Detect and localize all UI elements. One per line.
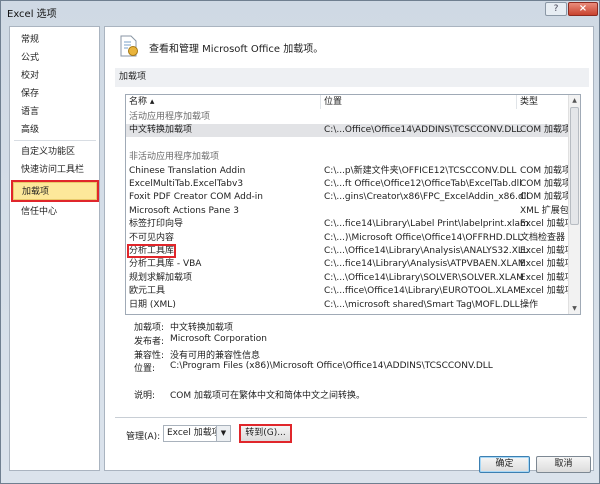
cell-name: 规划求解加载项 [129,272,193,283]
header-text: 查看和管理 Microsoft Office 加载项。 [149,44,324,55]
scroll-up-icon[interactable]: ▲ [569,95,580,106]
section-title: 加载项 [115,68,589,87]
main-panel: 查看和管理 Microsoft Office 加载项。 加载项 名称 ▴ 位置 … [104,26,594,471]
cell-type: Excel 加载项 [520,286,574,297]
list-item[interactable]: 标签打印向导 C:\...fice14\Library\Label Print\l… [126,218,574,231]
cell-location: C:\...ffice\Office14\Library\EUROTOOL.XL… [324,286,521,297]
sidebar: 常规 公式 校对 保存 语言 高级自定义功能区 快速访问工具栏 加载项 信任中心 [9,26,100,471]
sidebar-divider [14,140,96,141]
cell-name: 标签打印向导 [129,219,184,230]
list-item[interactable]: 日期 (XML) C:\...\microsoft shared\Smart Ta… [126,299,568,312]
cell-type: COM 加载项 [520,165,571,176]
cell-location: C:\...)\Microsoft Office\Office14\OFFRHD… [324,232,523,243]
cell-name: 分析工具库 [126,244,177,258]
cell-type: XML 扩展包 [520,205,569,216]
cell-name: Chinese Translation Addin [129,165,246,176]
sidebar-item-0[interactable]: 常规 [13,31,97,49]
detail-publisher-value: Microsoft Corporation [170,334,267,344]
go-button[interactable]: 转到(G)... [239,424,292,443]
scrollbar-thumb[interactable] [570,107,579,225]
cell-name: 不可见内容 [129,232,175,243]
sidebar-item-6[interactable]: 自定义功能区 [13,143,97,161]
detail-addin-label: 加载项: [134,323,165,333]
manage-select[interactable]: Excel 加载项 ▼ [163,425,231,442]
cell-location: C:\...p\新建文件夹\OFFICE12\TCSCCONV.DLL [324,165,517,176]
addins-icon [120,35,138,57]
cell-location: C:\...\Office14\Library\SOLVER\SOLVER.XL… [324,272,524,283]
cell-name: 非活动应用程序加载项 [129,152,220,163]
cell-name: 欧元工具 [129,286,166,297]
divider [115,417,587,418]
cell-name: 中文转换加载项 [129,125,193,136]
sidebar-item-1[interactable]: 公式 [13,49,97,67]
list-item[interactable]: 中文转换加载项 C:\...Office\Office14\ADDINS\TCSC… [126,124,571,138]
sidebar-item-8[interactable]: 加载项 [11,180,99,202]
help-button[interactable]: ? [545,2,567,16]
detail-desc-value: COM 加载项可在繁体中文和简体中文之间转换。 [170,391,365,401]
sidebar-item-9[interactable]: 信任中心 [13,203,97,221]
cell-type: 操作 [520,299,539,310]
manage-label: 管理(A): [126,432,161,442]
cell-location: C:\...gins\Creator\x86\FPC_ExcelAddin_x8… [324,192,529,203]
detail-compat-value: 没有可用的兼容性信息 [170,351,261,361]
cell-type: COM 加载项 [520,125,571,136]
dialog-title: Excel 选项 [7,9,57,20]
cell-name: ExcelMultiTab.ExcelTabv3 [129,179,244,189]
detail-addin-value: 中文转换加载项 [170,323,234,333]
detail-location-label: 位置: [134,364,156,374]
cell-name: 活动应用程序加载项 [129,112,211,122]
list-item[interactable]: 分析工具库 C:\...\Office14\Library\Analysis\AN… [126,244,574,258]
cell-type: Excel 加载项 [520,259,574,270]
addins-list[interactable]: 名称 ▴ 位置 类型 活动应用程序加载项 中文转换加载项 C:\...Office\… [125,94,581,315]
sidebar-item-7[interactable]: 快速访问工具栏 [13,161,97,179]
scroll-down-icon[interactable]: ▼ [569,303,580,314]
list-group-header: 非活动应用程序加载项 [126,151,568,164]
detail-location-value: C:\Program Files (x86)\Microsoft Office\… [170,361,493,371]
list-group-header: 活动应用程序加载项 [126,111,568,124]
list-item[interactable]: Microsoft Actions Pane 3 XML 扩展包 [126,205,569,218]
list-item[interactable]: 欧元工具 C:\...ffice\Office14\Library\EUROTOO… [126,285,574,298]
cell-name: Foxit PDF Creator COM Add-in [129,192,264,203]
cell-type: 文档检查器 [520,232,566,243]
cell-type: Excel 加载项 [520,246,574,256]
cancel-button[interactable]: 取消 [536,456,591,473]
cell-location: C:\...fice14\Library\Analysis\ATPVBAEN.X… [324,259,526,270]
detail-publisher-label: 发布者: [134,337,165,347]
cell-location: C:\...\Office14\Library\Analysis\ANALYS3… [324,246,528,256]
cell-location: C:\...ft Office\Office12\OfficeTab\Excel… [324,179,522,189]
list-item[interactable]: Chinese Translation Addin C:\...p\新建文件夹\O… [126,165,571,178]
cell-type: COM 加载项 [520,192,571,203]
list-item[interactable]: ExcelMultiTab.ExcelTabv3 C:\...ft Office\… [126,178,571,191]
sidebar-item-2[interactable]: 校对 [13,67,97,85]
cell-location: C:\...Office\Office14\ADDINS\TCSCCONV.DL… [324,125,522,136]
sidebar-item-3[interactable]: 保存 [13,85,97,103]
sidebar-item-5[interactable]: 高级 [13,121,97,139]
vertical-scrollbar[interactable]: ▲ ▼ [568,95,580,314]
column-header-name[interactable]: 名称 ▴ [126,95,321,109]
ok-button[interactable]: 确定 [479,456,530,473]
list-item[interactable]: 分析工具库 - VBA C:\...fice14\Library\Analysis… [126,258,574,271]
manage-select-value: Excel 加载项 [167,428,221,438]
list-item[interactable]: 不可见内容 C:\...)\Microsoft Office\Office14\O… [126,232,568,245]
cell-name: 分析工具库 - VBA [129,259,202,270]
detail-desc-label: 说明: [134,391,156,401]
close-button[interactable]: × [568,2,598,16]
cell-name: 日期 (XML) [129,299,176,310]
chevron-down-icon[interactable]: ▼ [216,426,230,441]
list-item[interactable]: Foxit PDF Creator COM Add-in C:\...gins\C… [126,191,571,204]
column-header-type[interactable]: 类型 [517,95,568,109]
cell-name: Microsoft Actions Pane 3 [129,205,239,216]
cell-location: C:\...\microsoft shared\Smart Tag\MOFL.D… [324,299,520,310]
cell-type: Excel 加载项 [520,219,574,230]
column-header-location[interactable]: 位置 [321,95,517,109]
cell-type: Excel 加载项 [520,272,574,283]
detail-compat-label: 兼容性: [134,351,165,361]
list-item[interactable]: 规划求解加载项 C:\...\Office14\Library\SOLVER\SO… [126,272,574,285]
cell-type: COM 加载项 [520,179,571,189]
cell-location: C:\...fice14\Library\Label Print\labelpr… [324,219,529,230]
sidebar-item-4[interactable]: 语言 [13,103,97,121]
excel-options-dialog: Excel 选项 ? × 常规 公式 校对 保存 语言 高级 自定义功能区 快速访问工具栏 加载… [0,0,600,484]
